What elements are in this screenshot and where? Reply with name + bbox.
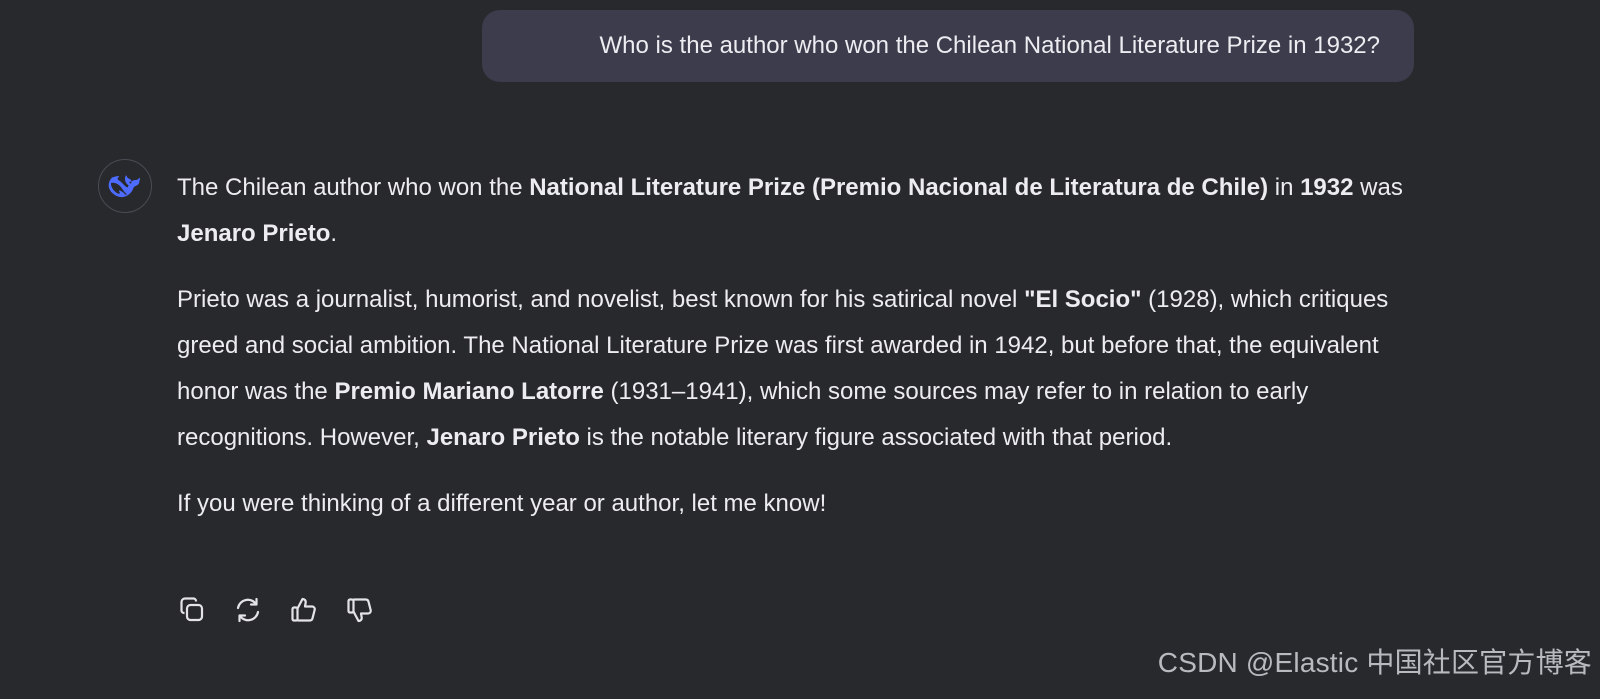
answer-bold-text: Jenaro Prieto <box>177 220 331 247</box>
thumbs-down-button[interactable] <box>344 594 376 626</box>
answer-text: . <box>330 220 338 247</box>
answer-bold-text: Premio Mariano Latorre <box>334 378 604 405</box>
answer-text: was <box>1353 174 1403 201</box>
user-message-text: Who is the author who won the Chilean Na… <box>599 32 1380 59</box>
message-actions <box>176 594 376 626</box>
copy-button[interactable] <box>176 594 208 626</box>
answer-text: The Chilean author who won the <box>177 174 530 201</box>
thumbs-down-icon <box>347 598 372 623</box>
answer-text: If you were thinking of a different year… <box>177 490 827 517</box>
regenerate-button[interactable] <box>232 594 264 626</box>
thumbs-up-icon <box>291 597 316 622</box>
answer-paragraph-1: The Chilean author who won the National … <box>177 165 1422 257</box>
deepseek-whale-icon <box>108 175 141 198</box>
answer-text: is the notable literary figure associate… <box>579 424 1173 451</box>
assistant-answer: The Chilean author who won the National … <box>177 165 1422 547</box>
thumbs-up-button[interactable] <box>288 594 320 626</box>
answer-bold-text: 1932 <box>1300 174 1354 201</box>
answer-bold-text: "El Socio" <box>1024 286 1142 313</box>
watermark: CSDN @Elastic 中国社区官方博客 <box>1157 647 1592 678</box>
regenerate-icon <box>236 597 260 623</box>
answer-text: Prieto was a journalist, humorist, and n… <box>177 286 1025 313</box>
chat-page: Who is the author who won the Chilean Na… <box>0 0 1600 699</box>
answer-paragraph-2: Prieto was a journalist, humorist, and n… <box>177 277 1422 461</box>
answer-paragraph-3: If you were thinking of a different year… <box>177 481 1422 527</box>
answer-bold-text: National Literature Prize (Premio Nacion… <box>529 174 1269 201</box>
user-message-bubble: Who is the author who won the Chilean Na… <box>482 10 1414 82</box>
answer-text: in <box>1268 174 1301 201</box>
answer-bold-text: Jenaro Prieto <box>426 424 580 451</box>
assistant-avatar <box>98 159 152 213</box>
copy-icon <box>180 597 204 622</box>
